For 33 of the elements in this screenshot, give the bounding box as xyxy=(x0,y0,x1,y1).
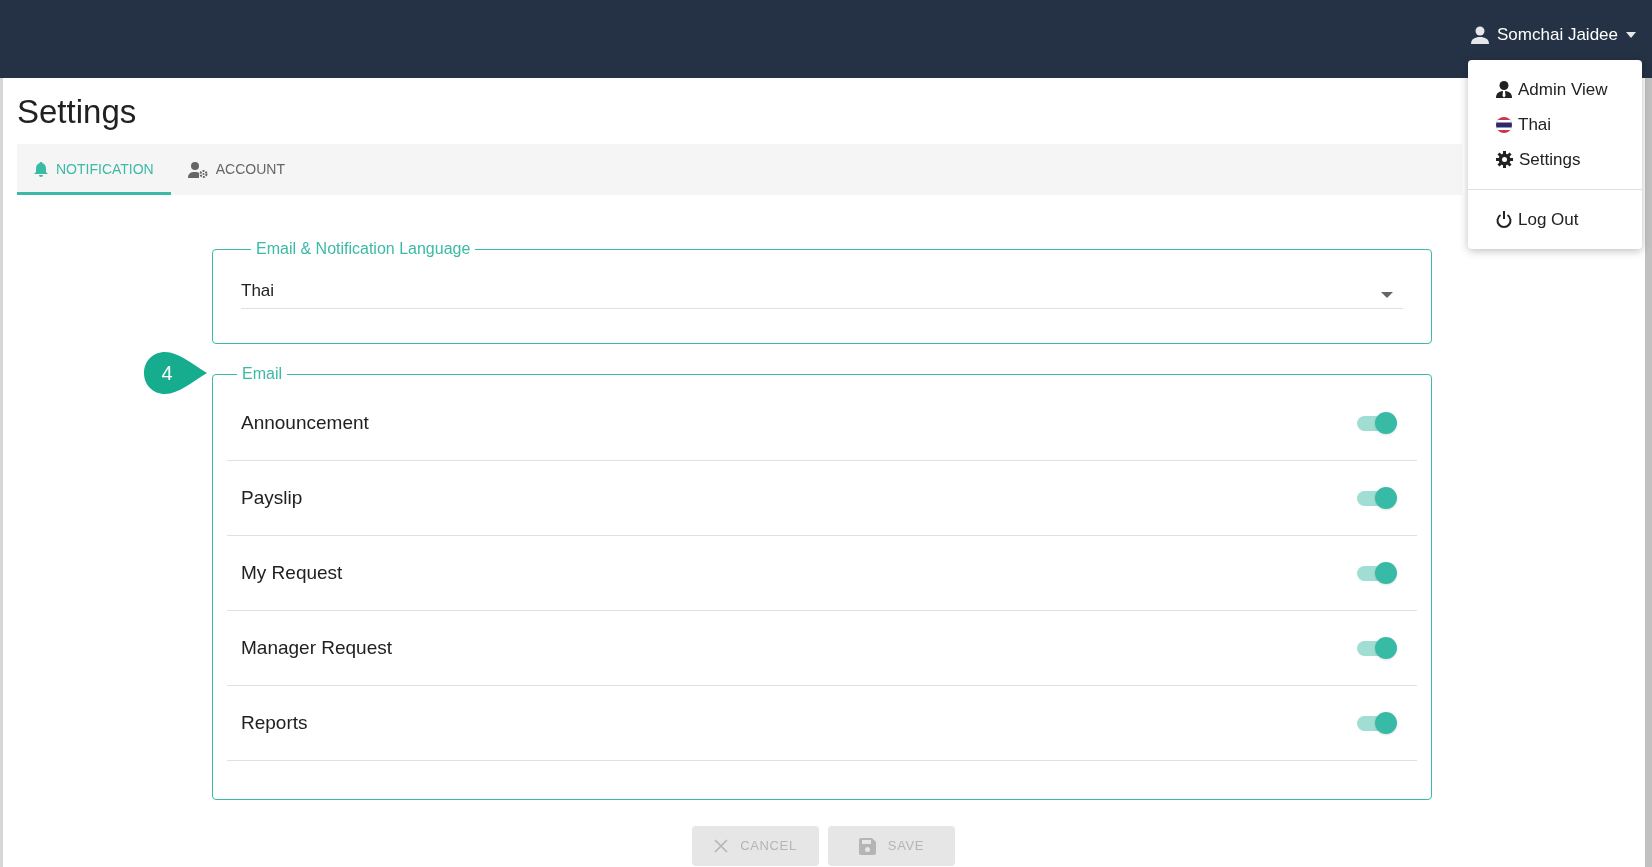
setting-label: My Request xyxy=(241,560,343,585)
toggle-switch[interactable] xyxy=(1357,712,1397,734)
toggle-switch[interactable] xyxy=(1357,412,1397,434)
setting-label: Announcement xyxy=(241,410,369,435)
menu-item[interactable]: Log Out xyxy=(1468,202,1642,237)
user-menu-button[interactable]: Somchai Jaidee xyxy=(1471,22,1636,48)
toggle-switch[interactable] xyxy=(1357,637,1397,659)
setting-label: Manager Request xyxy=(241,635,393,660)
menu-item[interactable]: Settings xyxy=(1468,142,1642,177)
setting-label: Payslip xyxy=(241,485,303,510)
panel-legend: Email xyxy=(237,362,287,386)
user-icon xyxy=(1471,26,1490,44)
step-marker: 4 xyxy=(144,352,208,394)
select-value: Thai xyxy=(241,279,275,302)
user-gear-icon xyxy=(187,161,208,178)
tab[interactable]: ACCOUNT xyxy=(170,144,302,195)
toggle-switch[interactable] xyxy=(1357,562,1397,584)
setting-label: Reports xyxy=(241,710,308,735)
bell-icon xyxy=(34,162,48,177)
panel-legend: Email & Notification Language xyxy=(251,237,476,261)
toggle-switch[interactable] xyxy=(1357,487,1397,509)
flag-icon xyxy=(1496,116,1512,133)
close-icon xyxy=(714,839,729,853)
settings-icon xyxy=(1496,151,1513,168)
caret-icon xyxy=(1626,32,1636,38)
menu-item[interactable]: Admin View xyxy=(1468,72,1642,107)
language-select[interactable]: Thai xyxy=(241,273,1403,309)
page-title: Settings xyxy=(17,92,138,132)
dropdown-caret-icon xyxy=(1381,291,1393,298)
power-icon xyxy=(1496,211,1512,228)
menu-item[interactable]: Thai xyxy=(1468,107,1642,142)
person-tie-icon xyxy=(1496,81,1512,98)
scrollbar[interactable] xyxy=(1645,78,1652,867)
